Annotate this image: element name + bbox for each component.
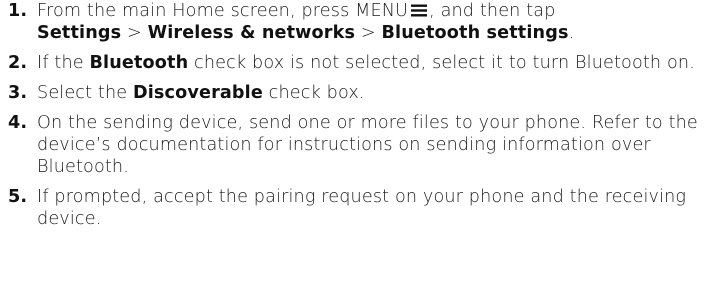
step-5: 5. If prompted, accept the pairing reque… (8, 186, 712, 230)
instruction-document: 1. From the main Home screen, press MENU… (0, 0, 718, 286)
step-text: From the main Home screen, press MENU (37, 1, 409, 21)
step-text: If prompted, accept the pairing request … (37, 187, 687, 229)
step-number: 4. (8, 113, 28, 133)
path-separator: > (355, 23, 382, 43)
step-number: 3. (8, 83, 28, 103)
step-text: , and then tap (429, 1, 556, 21)
step-number: 2. (8, 53, 28, 73)
step-text: Select the (37, 83, 133, 103)
step-3: 3. Select the Discoverable check box. (8, 82, 712, 104)
path-separator: > (121, 23, 148, 43)
discoverable-checkbox-label: Discoverable (133, 83, 263, 103)
step-number: 5. (8, 187, 28, 207)
settings-path-wireless: Wireless & networks (147, 23, 356, 43)
menu-icon (411, 4, 428, 17)
settings-path-settings: Settings (37, 23, 122, 43)
step-text: check box is not selected, select it to … (188, 53, 695, 73)
bluetooth-checkbox-label: Bluetooth (89, 53, 189, 73)
step-1: 1. From the main Home screen, press MENU… (8, 0, 712, 44)
step-2: 2. If the Bluetooth check box is not sel… (8, 52, 712, 74)
step-4: 4. On the sending device, send one or mo… (8, 112, 712, 178)
step-text: If the (37, 53, 90, 73)
step-text: check box. (262, 83, 365, 103)
step-text: On the sending device, send one or more … (37, 113, 698, 177)
step-number: 1. (8, 1, 28, 21)
step-end: . (568, 23, 575, 43)
steps-list: 1. From the main Home screen, press MENU… (8, 0, 712, 230)
settings-path-bluetooth: Bluetooth settings (381, 23, 569, 43)
